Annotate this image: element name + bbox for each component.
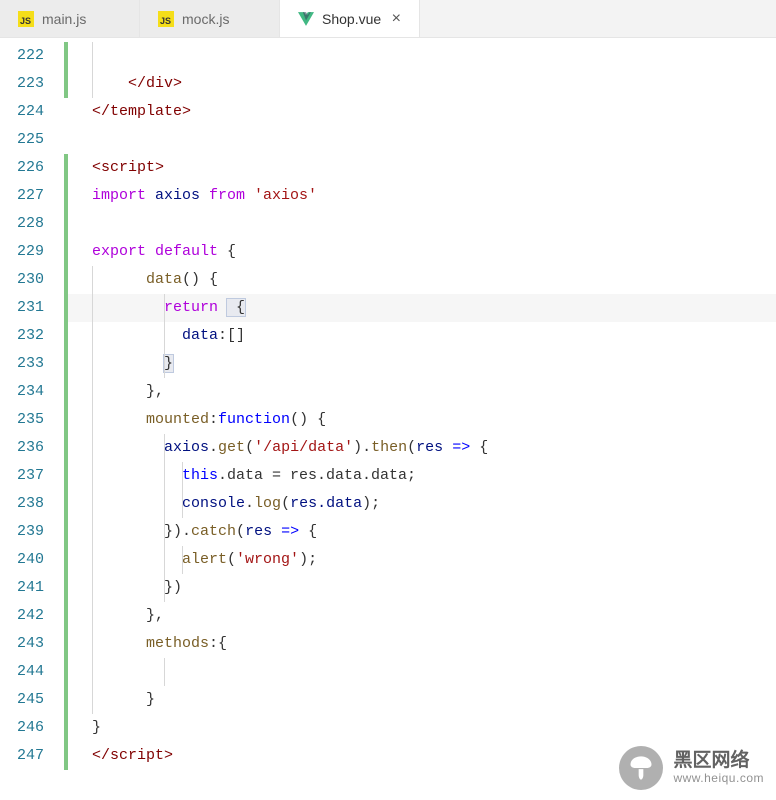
tab-mock-js[interactable]: JS mock.js (140, 0, 280, 37)
code-line[interactable]: }, (68, 602, 776, 630)
line-number: 235 (0, 406, 44, 434)
line-number: 232 (0, 322, 44, 350)
code-line[interactable]: }) (68, 574, 776, 602)
line-number: 237 (0, 462, 44, 490)
code-line[interactable]: }, (68, 378, 776, 406)
tab-shop-vue[interactable]: Shop.vue × (280, 0, 420, 37)
vue-icon (298, 11, 314, 27)
line-number: 231 (0, 294, 44, 322)
code-line[interactable]: import axios from 'axios' (68, 182, 776, 210)
code-line[interactable]: mounted:function() { (68, 406, 776, 434)
code-line[interactable]: </div> (68, 70, 776, 98)
line-number: 230 (0, 266, 44, 294)
code-line[interactable]: </script> (68, 742, 776, 770)
line-number: 238 (0, 490, 44, 518)
line-number: 245 (0, 686, 44, 714)
code-line[interactable] (68, 210, 776, 238)
tab-label: main.js (42, 11, 86, 27)
code-line[interactable]: alert('wrong'); (68, 546, 776, 574)
code-line[interactable]: }).catch(res => { (68, 518, 776, 546)
line-number: 228 (0, 210, 44, 238)
line-number: 223 (0, 70, 44, 98)
line-number: 224 (0, 98, 44, 126)
line-number: 225 (0, 126, 44, 154)
code-line[interactable]: <script> (68, 154, 776, 182)
code-line[interactable]: </template> (68, 98, 776, 126)
close-icon[interactable]: × (392, 11, 401, 27)
line-number: 227 (0, 182, 44, 210)
line-number: 243 (0, 630, 44, 658)
code-line[interactable]: methods:{ (68, 630, 776, 658)
line-number: 242 (0, 602, 44, 630)
code-line[interactable]: axios.get('/api/data').then(res => { (68, 434, 776, 462)
line-number-gutter: 222 223 224 225 226 227 228 229 230 231 … (0, 38, 64, 800)
code-line-current[interactable]: return { (68, 294, 776, 322)
js-icon: JS (158, 11, 174, 27)
line-number: 246 (0, 714, 44, 742)
line-number: 234 (0, 378, 44, 406)
code-line[interactable]: data:[] (68, 322, 776, 350)
tab-main-js[interactable]: JS main.js (0, 0, 140, 37)
line-number: 247 (0, 742, 44, 770)
line-number: 233 (0, 350, 44, 378)
code-area[interactable]: </div> </template> <script> import axios… (68, 38, 776, 800)
line-number: 229 (0, 238, 44, 266)
tab-label: Shop.vue (322, 11, 381, 27)
js-icon: JS (18, 11, 34, 27)
line-number: 241 (0, 574, 44, 602)
editor[interactable]: 222 223 224 225 226 227 228 229 230 231 … (0, 38, 776, 800)
tab-label: mock.js (182, 11, 229, 27)
code-line[interactable]: } (68, 714, 776, 742)
code-line[interactable] (68, 126, 776, 154)
line-number: 239 (0, 518, 44, 546)
line-number: 226 (0, 154, 44, 182)
code-line[interactable]: export default { (68, 238, 776, 266)
code-line[interactable]: this.data = res.data.data; (68, 462, 776, 490)
tab-bar: JS main.js JS mock.js Shop.vue × (0, 0, 776, 38)
code-line[interactable]: } (68, 350, 776, 378)
line-number: 222 (0, 42, 44, 70)
line-number: 240 (0, 546, 44, 574)
line-number: 244 (0, 658, 44, 686)
code-line[interactable] (68, 658, 776, 686)
code-line[interactable]: console.log(res.data); (68, 490, 776, 518)
code-line[interactable]: data() { (68, 266, 776, 294)
line-number: 236 (0, 434, 44, 462)
code-line[interactable] (68, 42, 776, 70)
code-line[interactable]: } (68, 686, 776, 714)
